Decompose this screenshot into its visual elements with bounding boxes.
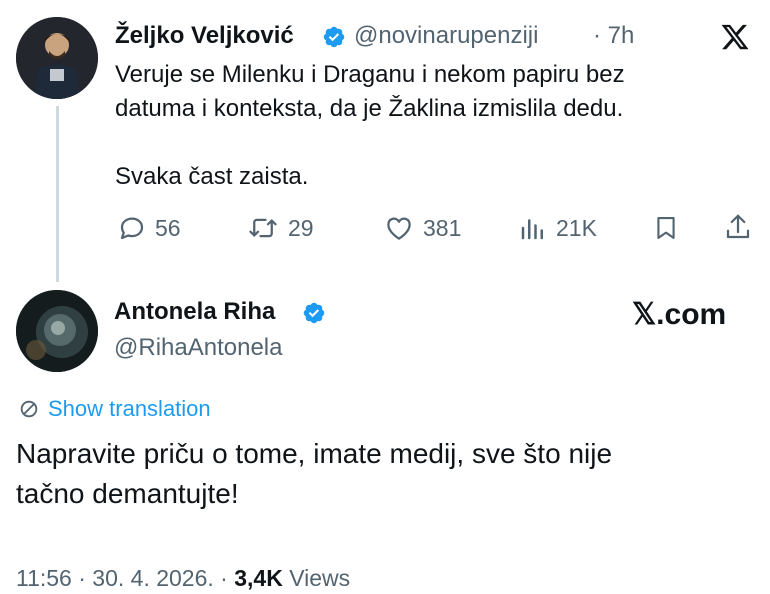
x-logo-icon xyxy=(721,24,749,50)
avatar-antonela[interactable] xyxy=(16,290,98,372)
retweet-count: 29 xyxy=(288,214,314,241)
reply-tweet-text: Napravite priču o tome, imate medij, sve… xyxy=(16,438,613,509)
bookmark-icon xyxy=(657,217,675,239)
retweet-icon xyxy=(249,218,277,238)
tweet-meta: 11:56 · 30. 4. 2026. · 3,4K Views xyxy=(16,565,350,592)
x-com-watermark: 𝕏.com xyxy=(632,298,727,331)
thread-connector-line xyxy=(56,106,59,282)
like-button[interactable]: 381 xyxy=(383,213,461,243)
share-icon xyxy=(726,214,750,239)
reply-count: 56 xyxy=(155,214,181,241)
translate-icon xyxy=(20,400,38,418)
retweet-button[interactable]: 29 xyxy=(246,213,314,243)
show-translation-link[interactable]: Show translation xyxy=(18,396,211,422)
reply-icon xyxy=(120,217,144,240)
verified-badge-icon xyxy=(323,26,345,48)
tweet-timestamp[interactable]: 11:56 · 30. 4. 2026. · xyxy=(16,565,234,591)
author-handle[interactable]: @novinarupenziji xyxy=(354,22,538,50)
like-icon xyxy=(387,217,411,240)
reply-button[interactable]: 56 xyxy=(117,213,181,243)
like-count: 381 xyxy=(423,214,462,241)
views-count: 21K xyxy=(556,214,597,241)
views-icon xyxy=(521,219,543,240)
reply-author-handle[interactable]: @RihaAntonela xyxy=(114,334,282,362)
reply-author-name[interactable]: Antonela Riha xyxy=(114,298,275,326)
verified-badge-icon xyxy=(303,302,325,324)
bookmark-button[interactable] xyxy=(652,213,688,243)
share-button[interactable] xyxy=(723,212,761,242)
author-name[interactable]: Željko Veljković xyxy=(115,22,294,50)
avatar-zeljko[interactable] xyxy=(16,17,98,99)
views-button[interactable]: 21K xyxy=(518,213,597,243)
views-label: Views xyxy=(282,565,351,591)
show-translation-label[interactable]: Show translation xyxy=(48,396,211,422)
tweet-text: Veruje se Milenku i Draganu i nekom papi… xyxy=(115,61,625,190)
views-total: 3,4K xyxy=(234,565,283,591)
tweet-time[interactable]: · 7h xyxy=(593,22,634,50)
